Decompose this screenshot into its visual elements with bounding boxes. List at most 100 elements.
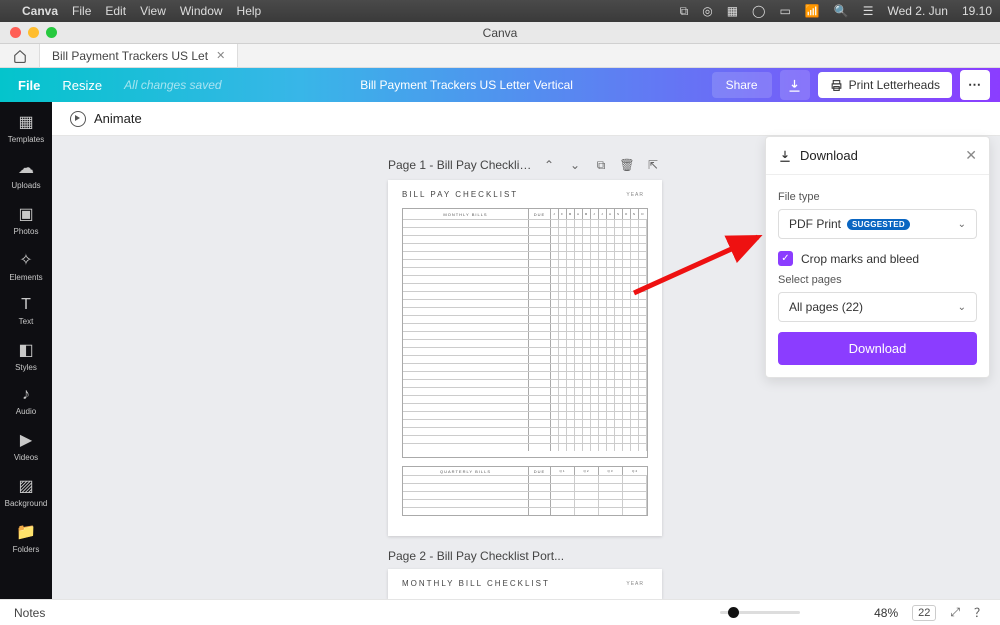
doc1-title: BILL PAY CHECKLIST <box>402 190 648 199</box>
fullscreen-icon[interactable]: ⤢ <box>950 605 960 620</box>
sidebar-item-label: Elements <box>9 273 42 282</box>
sidebar-item-folders[interactable]: 📁 Folders <box>0 522 52 554</box>
page-collapse-up[interactable]: ⌃ <box>540 156 558 174</box>
sidebar-item-label: Templates <box>8 135 44 144</box>
tab-label: Bill Payment Trackers US Let <box>52 49 208 63</box>
select-pages-label: Select pages <box>778 274 977 286</box>
crop-marks-label: Crop marks and bleed <box>801 252 919 266</box>
download-button[interactable]: Download <box>778 332 977 365</box>
notes-button[interactable]: Notes <box>14 606 706 620</box>
menu-window[interactable]: Window <box>180 4 223 18</box>
left-sidebar: ▦ Templates ☁Uploads ▣ Photos ✧Elements TT… <box>0 102 52 599</box>
zoom-slider[interactable] <box>720 611 800 614</box>
audio-icon: ♪ <box>22 386 30 404</box>
sidebar-item-audio[interactable]: ♪ Audio <box>0 386 52 416</box>
menubar-date[interactable]: Wed 2. Jun <box>887 4 947 18</box>
page-delete[interactable]: 🗑 <box>618 156 636 174</box>
status-icon[interactable]: ◎ <box>702 4 712 18</box>
share-button[interactable]: Share <box>712 72 772 98</box>
templates-icon: ▦ <box>18 112 33 132</box>
sidebar-item-label: Audio <box>16 407 36 416</box>
menu-file[interactable]: File <box>72 4 91 18</box>
sidebar-item-background[interactable]: ▨Background <box>0 476 52 508</box>
home-tab[interactable] <box>0 44 40 67</box>
doc1-col-monthly: MONTHLY BILLS <box>403 209 529 219</box>
page2-canvas[interactable]: MONTHLY BILL CHECKLIST YEAR <box>388 569 662 599</box>
print-button-label: Print Letterheads <box>849 78 940 92</box>
sidebar-item-label: Videos <box>14 453 38 462</box>
tabbar: Bill Payment Trackers US Let ✕ <box>0 44 1000 68</box>
zoom-level[interactable]: 48% <box>874 606 898 620</box>
text-icon: T <box>21 296 31 314</box>
chevron-down-icon: ⌄ <box>958 219 966 230</box>
tab-close[interactable]: ✕ <box>216 49 225 62</box>
annotation-arrow <box>630 227 770 297</box>
flag-icon[interactable]: ▦ <box>727 4 738 18</box>
menu-edit[interactable]: Edit <box>105 4 126 18</box>
mac-menubar: Canva File Edit View Window Help ⧉ ◎ ▦ ◯… <box>0 0 1000 22</box>
file-type-label: File type <box>778 191 977 203</box>
window-title: Canva <box>0 26 1000 40</box>
file-type-select[interactable]: PDF Print SUGGESTED ⌄ <box>778 209 977 239</box>
menu-help[interactable]: Help <box>237 4 262 18</box>
uploads-icon: ☁ <box>18 158 34 178</box>
crop-marks-checkbox[interactable]: ✓ <box>778 251 793 266</box>
display-icon[interactable]: ▭ <box>779 4 790 18</box>
sync-icon[interactable]: ◯ <box>752 4 765 18</box>
more-button[interactable]: ⋯ <box>960 70 990 100</box>
page1-canvas[interactable]: BILL PAY CHECKLIST YEAR MONTHLY BILLS DU… <box>388 180 662 536</box>
toolbar-file[interactable]: File <box>18 78 40 93</box>
document-title[interactable]: Bill Payment Trackers US Letter Vertical <box>222 78 712 92</box>
animate-button[interactable]: Animate <box>94 111 142 126</box>
document-tab[interactable]: Bill Payment Trackers US Let ✕ <box>40 44 238 67</box>
sidebar-item-uploads[interactable]: ☁Uploads <box>0 158 52 190</box>
doc1-col-due2: DUE <box>529 467 551 475</box>
sidebar-item-text[interactable]: TText <box>0 296 52 326</box>
download-icon <box>787 78 802 93</box>
sidebar-item-templates[interactable]: ▦ Templates <box>0 112 52 144</box>
page1-header: Page 1 - Bill Pay Checklist Port... ⌃ ⌄ … <box>388 156 662 174</box>
page2-header: Page 2 - Bill Pay Checklist Port... <box>388 549 662 563</box>
doc1-quarterly-table: QUARTERLY BILLS DUE Q1 Q2 Q3 Q4 <box>402 466 648 516</box>
select-pages-select[interactable]: All pages (22) ⌄ <box>778 292 977 322</box>
sidebar-item-videos[interactable]: ▶ Videos <box>0 430 52 462</box>
toolbar-status: All changes saved <box>124 78 221 92</box>
crop-marks-row[interactable]: ✓ Crop marks and bleed <box>778 251 977 266</box>
sidebar-item-photos[interactable]: ▣ Photos <box>0 204 52 236</box>
control-center-icon[interactable]: ☰ <box>863 4 874 18</box>
print-icon <box>830 79 843 92</box>
chevron-down-icon: ⌄ <box>958 302 966 313</box>
videos-icon: ▶ <box>20 430 32 450</box>
sidebar-item-label: Styles <box>15 363 37 372</box>
print-letterheads-button[interactable]: Print Letterheads <box>818 72 952 98</box>
page-count-box[interactable]: 22 <box>912 605 936 621</box>
search-icon[interactable]: 🔍 <box>834 4 849 18</box>
toolbar-resize[interactable]: Resize <box>62 78 102 93</box>
editor-toolbar: File Resize All changes saved Bill Payme… <box>0 68 1000 102</box>
sidebar-item-label: Background <box>5 499 48 508</box>
window-titlebar: Canva <box>0 22 1000 44</box>
sidebar-item-label: Folders <box>13 545 40 554</box>
page-duplicate[interactable]: ⧉ <box>592 156 610 174</box>
sidebar-item-label: Photos <box>14 227 39 236</box>
download-panel-title: Download <box>800 148 858 163</box>
page-add[interactable]: ⇱ <box>644 156 662 174</box>
wifi-icon[interactable]: 📶 <box>805 4 820 18</box>
sidebar-item-elements[interactable]: ✧Elements <box>0 250 52 282</box>
doc1-year-label: YEAR <box>626 192 644 198</box>
photos-icon: ▣ <box>18 204 33 224</box>
sidebar-item-styles[interactable]: ◧ Styles <box>0 340 52 372</box>
menubar-time[interactable]: 19.10 <box>962 4 992 18</box>
dropbox-icon[interactable]: ⧉ <box>680 4 689 19</box>
close-icon[interactable]: ✕ <box>965 147 977 164</box>
zoom-slider-knob[interactable] <box>728 607 739 618</box>
help-icon[interactable]: ？ <box>974 604 986 621</box>
styles-icon: ◧ <box>18 340 33 360</box>
doc2-title: MONTHLY BILL CHECKLIST <box>402 579 648 588</box>
app-body: ▦ Templates ☁Uploads ▣ Photos ✧Elements TT… <box>0 102 1000 599</box>
download-toolbar-button[interactable] <box>780 70 810 100</box>
page-collapse-down[interactable]: ⌄ <box>566 156 584 174</box>
menu-view[interactable]: View <box>140 4 166 18</box>
folders-icon: 📁 <box>16 522 36 542</box>
menu-app[interactable]: Canva <box>22 4 58 18</box>
